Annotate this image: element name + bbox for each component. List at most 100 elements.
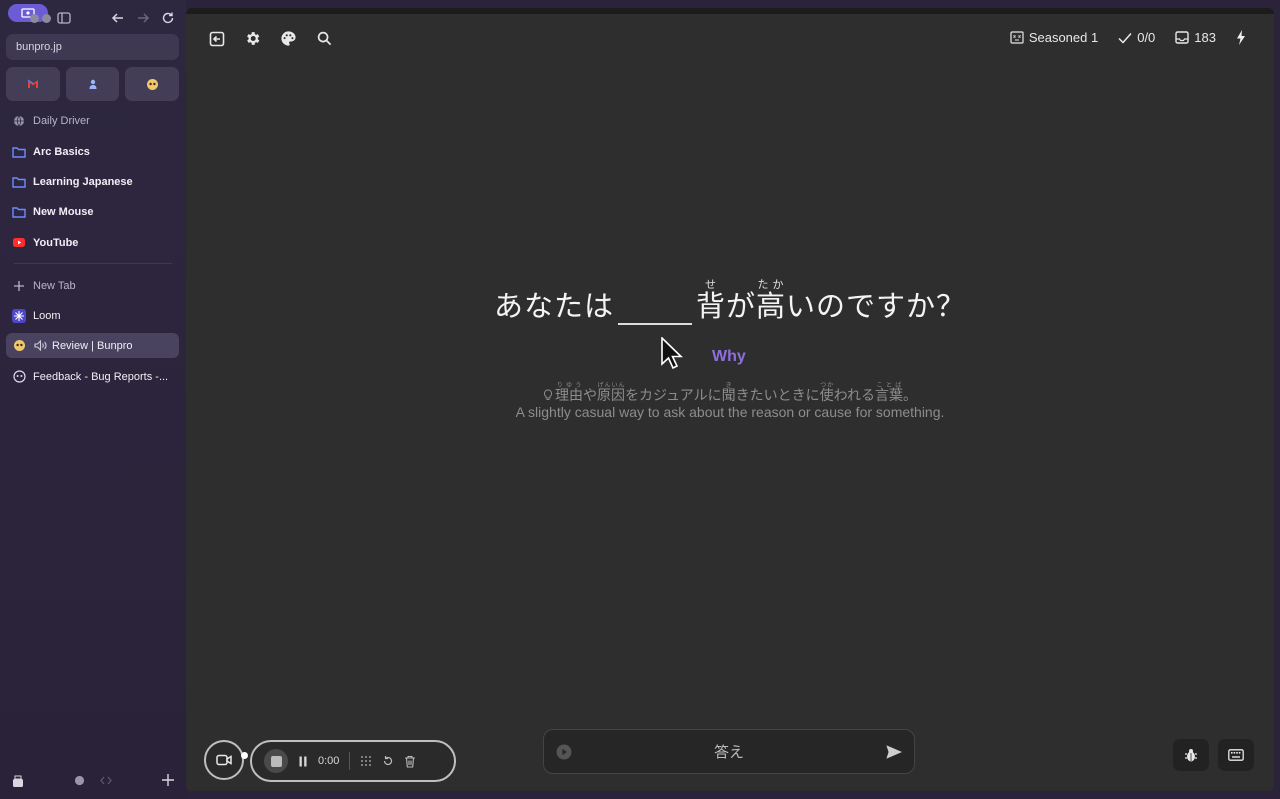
keyboard-icon [1228, 749, 1244, 761]
pinned-folder-new-mouse[interactable]: New Mouse [6, 199, 179, 224]
tab-label: Feedback - Bug Reports -... [33, 370, 169, 383]
favorite-bunpro[interactable] [125, 67, 180, 101]
back-arrow-icon[interactable] [110, 10, 126, 26]
forward-arrow-icon[interactable] [135, 10, 151, 26]
check-icon [1118, 32, 1132, 44]
hint-japanese: 理由りゆうや原因げんいんをカジュアルに聞ききたいときに使つかわれる言葉ことば。 [186, 382, 1274, 405]
search-button[interactable] [316, 30, 333, 47]
space-switch-icon[interactable] [100, 776, 112, 785]
pinned-folder-learning-japanese[interactable]: Learning Japanese [6, 169, 179, 194]
loom-icon [12, 308, 26, 323]
deck-label: Seasoned 1 [1028, 30, 1099, 45]
pinned-label: Arc Basics [33, 145, 90, 158]
draw-tool-icon[interactable] [360, 755, 372, 767]
reviews-count: 183 [1194, 30, 1216, 45]
gmail-icon [27, 79, 38, 88]
recording-timer: 0:00 [318, 755, 340, 767]
sidebar-footer [10, 773, 176, 789]
bunpro-icon [12, 339, 26, 353]
trash-icon[interactable] [404, 755, 416, 768]
pinned-folder-arc-basics[interactable]: Arc Basics [6, 139, 179, 164]
pinned-label: New Mouse [33, 205, 94, 218]
recorder-divider [349, 752, 351, 770]
browser-sidebar: bunpro.jp Daily Driver Arc Basics Learni… [0, 0, 186, 799]
recording-controls: 0:00 [250, 740, 456, 782]
pinned-label: Learning Japanese [33, 175, 133, 188]
pause-icon[interactable] [298, 756, 308, 767]
tab-label: Loom [33, 309, 61, 322]
lightbulb-icon [544, 389, 553, 400]
answer-blank [617, 293, 692, 325]
score-value: 0/0 [1137, 30, 1156, 45]
reviews-count-indicator: 183 [1175, 30, 1216, 45]
sidebar-divider [14, 263, 172, 264]
window-minimize-light[interactable] [42, 14, 51, 23]
score-indicator: 0/0 [1118, 30, 1155, 45]
globe-icon [12, 114, 26, 128]
review-toolbar-left [208, 30, 333, 47]
exit-icon [209, 31, 224, 46]
favorite-app[interactable] [65, 67, 120, 101]
tab-label: Review | Bunpro [52, 339, 133, 352]
youtube-icon [12, 236, 26, 250]
send-icon[interactable] [886, 744, 902, 760]
space-globe-icon[interactable] [74, 775, 85, 786]
sidebar-toggle-icon[interactable] [56, 10, 72, 26]
kanji-se: 背せ [695, 278, 726, 323]
stop-icon [270, 755, 282, 767]
question-text: が [725, 289, 756, 323]
top-border [186, 8, 1274, 14]
tab-feedback-bug-reports[interactable]: Feedback - Bug Reports -... [6, 364, 179, 389]
window-zoom-light[interactable] [30, 14, 39, 23]
question-before-blank: あなたは [493, 289, 614, 323]
space-label[interactable]: Daily Driver [6, 108, 179, 133]
speaker-icon[interactable] [33, 339, 47, 353]
plus-icon [12, 279, 26, 293]
bunpro-review-page: Seasoned 1 0/0 183 あなたは 背せが高たかいのですか？ Why … [186, 8, 1274, 791]
favorites-row [6, 67, 180, 101]
hint-english: A slightly casual way to ask about the r… [515, 404, 945, 420]
hint-label[interactable]: Why [712, 348, 746, 366]
review-toolbar-right: Seasoned 1 0/0 183 [1010, 30, 1246, 45]
question-sentence: あなたは 背せが高たかいのですか？ [186, 278, 1274, 325]
search-icon [317, 31, 332, 46]
exit-review-button[interactable] [208, 30, 225, 47]
camera-toggle-button[interactable] [204, 740, 244, 780]
folder-icon [12, 205, 26, 219]
archive-icon[interactable] [12, 775, 24, 788]
keyboard-shortcuts-button[interactable] [1218, 739, 1254, 771]
add-space-icon[interactable] [162, 774, 174, 786]
quick-action-button[interactable] [1236, 30, 1246, 45]
theme-button[interactable] [280, 30, 297, 47]
lightning-icon [1237, 30, 1245, 45]
new-tab-button[interactable]: New Tab [6, 273, 179, 298]
video-camera-icon [216, 754, 232, 766]
answer-input[interactable] [584, 738, 874, 766]
restart-icon[interactable] [382, 755, 394, 767]
url-bar[interactable]: bunpro.jp [6, 34, 179, 60]
stop-recording-button[interactable] [264, 749, 288, 773]
window-controls [6, 4, 178, 30]
pinned-youtube[interactable]: YouTube [6, 230, 179, 255]
question-text: いのですか？ [786, 289, 967, 323]
play-audio-icon[interactable] [556, 744, 572, 760]
mouse-cursor-icon [661, 337, 683, 369]
report-bug-button[interactable] [1173, 739, 1209, 771]
pinned-label: YouTube [33, 236, 79, 249]
gear-icon [247, 32, 260, 45]
deck-indicator[interactable]: Seasoned 1 [1010, 30, 1098, 45]
folder-icon [12, 175, 26, 189]
bug-icon [1185, 748, 1197, 761]
new-tab-label: New Tab [33, 279, 76, 292]
tab-loom[interactable]: Loom [6, 303, 179, 328]
favorite-gmail[interactable] [6, 67, 60, 101]
bunpro-icon [12, 370, 26, 384]
reload-icon[interactable] [160, 10, 176, 26]
settings-button[interactable] [244, 30, 261, 47]
space-name: Daily Driver [33, 114, 90, 127]
inbox-icon [1175, 31, 1189, 44]
deck-icon [1010, 31, 1024, 44]
tab-review-bunpro[interactable]: Review | Bunpro [6, 333, 179, 358]
kanji-taka: 高たか [756, 278, 787, 323]
recording-dot [241, 752, 248, 759]
